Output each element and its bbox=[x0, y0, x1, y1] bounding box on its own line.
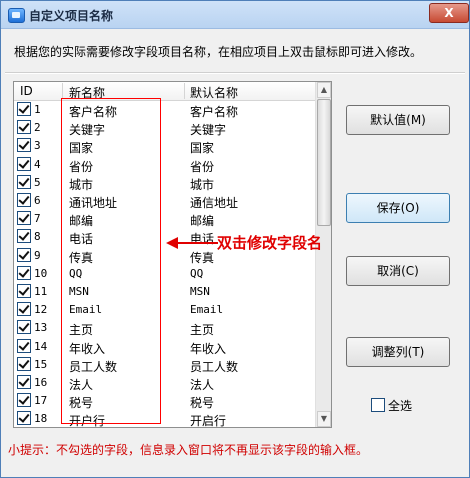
row-id: 8 bbox=[34, 230, 41, 244]
row-checkbox[interactable] bbox=[17, 302, 31, 317]
row-default-name: 城市 bbox=[190, 177, 215, 192]
table-row[interactable]: 3 国家 国家 bbox=[14, 137, 315, 155]
row-default-name: 关键字 bbox=[190, 123, 227, 138]
scroll-up-arrow-icon[interactable]: ▲ bbox=[317, 82, 331, 98]
title-bar[interactable]: 自定义项目名称 X bbox=[1, 1, 469, 29]
default-value-button[interactable]: 默认值(M) bbox=[346, 105, 450, 135]
row-default-name: 法人 bbox=[190, 378, 215, 392]
row-checkbox[interactable] bbox=[17, 102, 31, 116]
checkbox-box[interactable] bbox=[371, 398, 385, 412]
divider bbox=[5, 72, 465, 74]
table-row[interactable]: 12 Email Email bbox=[14, 301, 315, 319]
row-checkbox[interactable] bbox=[17, 229, 31, 244]
row-id: 2 bbox=[34, 121, 41, 135]
row-default-name: 主页 bbox=[190, 323, 215, 338]
row-checkbox[interactable] bbox=[17, 193, 31, 207]
row-id: 4 bbox=[34, 157, 41, 171]
row-checkbox[interactable] bbox=[17, 247, 31, 262]
close-button[interactable]: X bbox=[429, 3, 469, 23]
row-default-name: Email bbox=[190, 303, 224, 317]
column-separator[interactable] bbox=[184, 83, 185, 99]
row-checkbox[interactable] bbox=[17, 338, 31, 353]
row-id: 14 bbox=[34, 339, 48, 353]
adjust-columns-button[interactable]: 调整列(T) bbox=[346, 337, 450, 367]
row-default-name: 客户名称 bbox=[190, 105, 239, 119]
row-default-name: QQ bbox=[190, 266, 204, 280]
table-row[interactable]: 2 关键字 关键字 bbox=[14, 119, 315, 137]
row-id: 18 bbox=[34, 412, 48, 426]
column-header-id[interactable]: ID bbox=[20, 84, 33, 98]
table-row[interactable]: 10 QQ QQ bbox=[14, 265, 315, 283]
row-checkbox[interactable] bbox=[17, 284, 31, 298]
row-checkbox[interactable] bbox=[17, 375, 31, 389]
row-id: 5 bbox=[34, 175, 41, 189]
instruction-text: 根据您的实际需要修改字段项目名称，在相应项目上双击鼠标即可进入修改。 bbox=[14, 45, 423, 59]
row-checkbox[interactable] bbox=[17, 211, 31, 226]
window-title: 自定义项目名称 bbox=[29, 9, 114, 23]
row-default-name: MSN bbox=[190, 285, 210, 298]
row-id: 6 bbox=[34, 194, 41, 207]
dialog-window: 自定义项目名称 X 根据您的实际需要修改字段项目名称，在相应项目上双击鼠标即可进… bbox=[0, 0, 470, 478]
column-separator[interactable] bbox=[62, 83, 63, 99]
table-row[interactable]: 13 主页 主页 bbox=[14, 319, 315, 337]
annotation-arrow-icon bbox=[166, 237, 178, 249]
list-header: ID 新名称 默认名称 bbox=[14, 82, 315, 101]
row-id: 13 bbox=[34, 321, 48, 335]
cancel-button[interactable]: 取消(C) bbox=[346, 256, 450, 286]
tip-text: 小提示：不勾选的字段，信息录入窗口将不再显示该字段的输入框。 bbox=[8, 443, 369, 457]
row-checkbox[interactable] bbox=[17, 356, 31, 371]
annotation-text: 双击修改字段名 bbox=[217, 234, 323, 252]
table-row[interactable]: 18 开户行 开启行 bbox=[14, 410, 315, 428]
select-all-label: 全选 bbox=[388, 399, 413, 413]
row-id: 17 bbox=[34, 394, 48, 408]
app-icon bbox=[8, 8, 25, 23]
row-default-name: 通信地址 bbox=[190, 196, 239, 210]
table-row[interactable]: 6 通讯地址 通信地址 bbox=[14, 192, 315, 210]
row-checkbox[interactable] bbox=[17, 320, 31, 335]
table-row[interactable]: 16 法人 法人 bbox=[14, 374, 315, 392]
table-row[interactable]: 7 邮编 邮编 bbox=[14, 210, 315, 228]
annotation-arrow-line bbox=[178, 242, 218, 244]
vertical-scrollbar[interactable]: ▲ ▼ bbox=[315, 82, 331, 427]
row-checkbox[interactable] bbox=[17, 156, 31, 171]
row-id: 1 bbox=[34, 103, 41, 116]
table-row[interactable]: 11 MSN MSN bbox=[14, 283, 315, 301]
row-id: 12 bbox=[34, 303, 48, 317]
row-id: 16 bbox=[34, 376, 48, 389]
highlight-box bbox=[61, 98, 161, 424]
scroll-down-arrow-icon[interactable]: ▼ bbox=[317, 411, 331, 427]
row-checkbox[interactable] bbox=[17, 120, 31, 135]
row-checkbox[interactable] bbox=[17, 393, 31, 408]
row-id: 7 bbox=[34, 212, 41, 226]
row-id: 10 bbox=[34, 266, 48, 280]
table-row[interactable]: 4 省份 省份 bbox=[14, 156, 315, 174]
row-default-name: 税号 bbox=[190, 396, 215, 411]
row-checkbox[interactable] bbox=[17, 138, 31, 153]
table-row[interactable]: 15 员工人数 员工人数 bbox=[14, 356, 315, 374]
row-id: 11 bbox=[34, 285, 48, 298]
row-default-name: 员工人数 bbox=[190, 359, 239, 374]
row-default-name: 国家 bbox=[190, 141, 215, 156]
row-checkbox[interactable] bbox=[17, 411, 31, 426]
save-button[interactable]: 保存(O) bbox=[346, 193, 450, 223]
row-default-name: 传真 bbox=[190, 250, 215, 265]
row-default-name: 邮编 bbox=[190, 214, 215, 229]
table-row[interactable]: 14 年收入 年收入 bbox=[14, 338, 315, 356]
row-default-name: 省份 bbox=[190, 159, 215, 174]
table-row[interactable]: 5 城市 城市 bbox=[14, 174, 315, 192]
table-row[interactable]: 1 客户名称 客户名称 bbox=[14, 101, 315, 119]
row-id: 9 bbox=[34, 248, 41, 262]
table-row[interactable]: 17 税号 税号 bbox=[14, 392, 315, 410]
column-header-default-name[interactable]: 默认名称 bbox=[190, 84, 238, 101]
row-id: 15 bbox=[34, 357, 48, 371]
row-checkbox[interactable] bbox=[17, 265, 31, 280]
row-default-name: 年收入 bbox=[190, 341, 227, 356]
row-checkbox[interactable] bbox=[17, 174, 31, 189]
row-default-name: 电话 bbox=[190, 232, 215, 247]
row-id: 3 bbox=[34, 139, 41, 153]
scrollbar-thumb[interactable] bbox=[317, 99, 331, 226]
row-default-name: 开启行 bbox=[190, 414, 227, 428]
